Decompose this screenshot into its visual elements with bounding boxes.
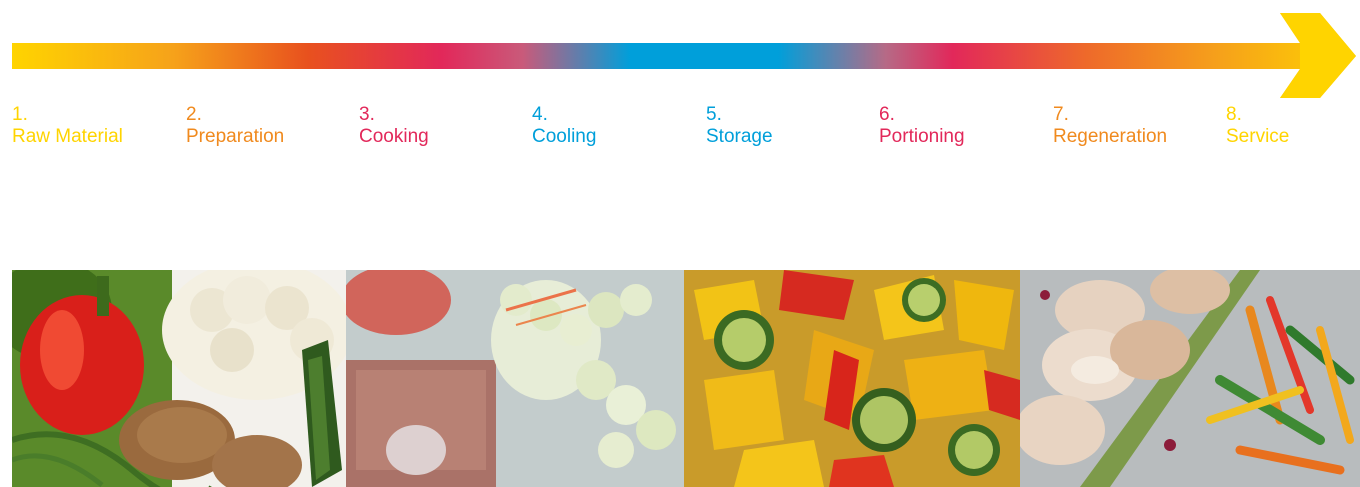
step-number: 7. [1053,104,1069,125]
cooked-vegetables-photo [684,270,1020,487]
step-number: 6. [879,104,895,125]
step-1: 1. Raw Material [12,104,123,148]
process-steps: 1. Raw Material 2. Preparation 3. Cookin… [12,104,1352,164]
step-7: 7. Regeneration [1053,104,1167,148]
step-6: 6. Portioning [879,104,965,148]
step-number: 3. [359,104,375,125]
photo-strip [12,270,1360,487]
process-arrow [12,13,1356,98]
step-label: Portioning [879,126,965,147]
step-label: Service [1226,126,1290,147]
step-label: Storage [706,126,773,147]
step-label: Cooking [359,126,429,147]
step-label: Raw Material [12,126,123,147]
plated-meat-and-vegetables-photo [1020,270,1360,487]
step-4: 4. Cooling [532,104,596,148]
step-number: 2. [186,104,202,125]
raw-vegetables-photo [12,270,346,487]
step-3: 3. Cooking [359,104,429,148]
step-number: 8. [1226,104,1242,125]
vacuum-packed-vegetables-photo [346,270,684,487]
step-label: Regeneration [1053,126,1168,147]
step-number: 4. [532,104,548,125]
step-2: 2. Preparation [186,104,284,148]
step-5: 5. Storage [706,104,773,148]
step-label: Preparation [186,126,285,147]
step-label: Cooling [532,126,597,147]
step-number: 1. [12,104,28,125]
step-number: 5. [706,104,722,125]
step-8: 8. Service [1226,104,1289,148]
